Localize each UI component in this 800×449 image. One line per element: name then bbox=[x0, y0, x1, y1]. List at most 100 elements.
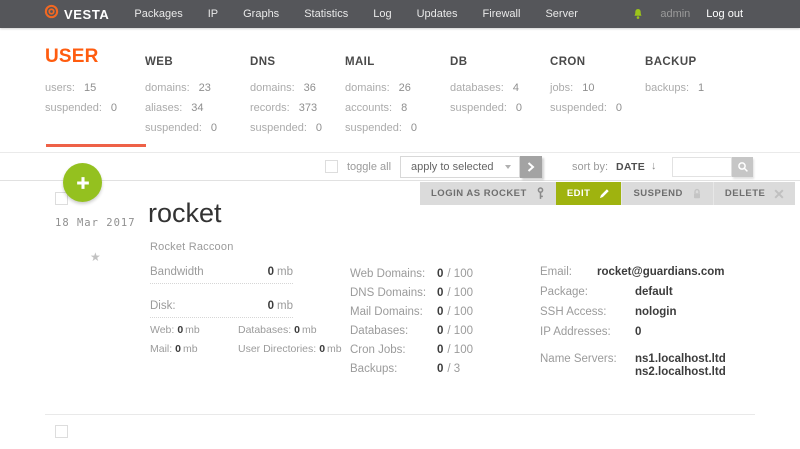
stats-section-title[interactable]: WEB bbox=[145, 40, 217, 68]
search-input[interactable] bbox=[672, 157, 732, 177]
stat-value: 15 bbox=[83, 82, 97, 94]
stat-row: suspended: 0 bbox=[45, 98, 117, 118]
stat-row: jobs: 10 bbox=[550, 78, 622, 98]
stats-section-title[interactable]: MAIL bbox=[345, 40, 417, 68]
suspend-button[interactable]: SUSPEND bbox=[621, 182, 713, 205]
stats-section-title[interactable]: DNS bbox=[250, 40, 322, 68]
stats-section-cron[interactable]: CRON jobs: 10 suspended: 0 bbox=[550, 40, 622, 118]
detail-value: default bbox=[635, 286, 673, 299]
stat-value: 0 bbox=[110, 102, 118, 114]
stats-section-title[interactable]: BACKUP bbox=[645, 40, 704, 68]
sort-direction-arrow[interactable]: ↓ bbox=[651, 160, 657, 172]
row-full-name: Rocket Raccoon bbox=[150, 241, 234, 253]
main-menu: Packages IP Graphs Statistics Log Updates Fire… bbox=[134, 8, 577, 20]
breakdown-label: Mail: bbox=[150, 343, 173, 355]
disk-breakdown-item: Web: 0 mb bbox=[150, 324, 238, 336]
stat-value: 0 bbox=[315, 122, 323, 134]
nav-ip[interactable]: IP bbox=[208, 8, 218, 20]
detail-value-line: ns2.localhost.ltd bbox=[635, 366, 726, 378]
stats-section-title[interactable]: USER bbox=[45, 40, 117, 68]
login-as-user-button[interactable]: LOGIN AS ROCKET bbox=[420, 182, 556, 205]
stats-section-rows: domains: 23 aliases: 34 suspended: 0 bbox=[145, 78, 217, 138]
stat-label: accounts: bbox=[345, 102, 393, 114]
breakdown-value: 0 bbox=[294, 324, 300, 336]
vesta-logo[interactable]: VESTA bbox=[44, 4, 109, 24]
stat-value: 10 bbox=[582, 82, 595, 94]
pencil-icon bbox=[600, 189, 610, 199]
quota-row: Backups: 0/ 3 bbox=[350, 363, 473, 376]
bulk-action-select[interactable]: apply to selected bbox=[400, 156, 520, 178]
delete-label: DELETE bbox=[724, 188, 766, 199]
quota-label: Backups: bbox=[350, 363, 398, 375]
apply-bulk-action-button[interactable] bbox=[520, 156, 542, 178]
nav-firewall[interactable]: Firewall bbox=[483, 8, 521, 20]
favorite-star-icon[interactable]: ★ bbox=[90, 250, 101, 264]
detail-label: Package: bbox=[540, 286, 588, 298]
stats-bar: USER users: 15 suspended: 0 WEB domains: 23 alia… bbox=[0, 28, 800, 152]
row-username[interactable]: rocket bbox=[148, 198, 222, 229]
stat-row: aliases: 34 bbox=[145, 98, 217, 118]
chevron-down-icon bbox=[505, 165, 511, 169]
bulk-action-selected-value: apply to selected bbox=[411, 161, 494, 173]
edit-label: EDIT bbox=[566, 188, 591, 199]
quota-row: Web Domains: 0/ 100 bbox=[350, 268, 473, 281]
detail-row: Email: rocket@guardians.com bbox=[540, 266, 726, 279]
stat-row: domains: 36 bbox=[250, 78, 322, 98]
detail-value: rocket@guardians.com bbox=[597, 266, 725, 279]
bandwidth-row: Bandwidth 0 mb bbox=[150, 266, 293, 284]
stats-section-dns[interactable]: DNS domains: 36 records: 373 suspended: 0 bbox=[250, 40, 322, 138]
quota-label: Mail Domains: bbox=[350, 306, 423, 318]
breakdown-label: Databases: bbox=[238, 324, 292, 336]
stat-label: suspended: bbox=[145, 122, 202, 134]
disk-row: Disk: 0 mb bbox=[150, 300, 293, 318]
disk-value: 0 mb bbox=[267, 300, 293, 312]
nav-server[interactable]: Server bbox=[545, 8, 577, 20]
nav-packages[interactable]: Packages bbox=[134, 8, 182, 20]
quota-row: Databases: 0/ 100 bbox=[350, 325, 473, 338]
stats-section-backup[interactable]: BACKUP backups: 1 bbox=[645, 40, 704, 98]
delete-button[interactable]: DELETE bbox=[712, 182, 796, 205]
notifications-bell-icon[interactable] bbox=[632, 8, 644, 21]
disk-label: Disk: bbox=[150, 300, 176, 312]
breakdown-value: 0 bbox=[319, 343, 326, 355]
vesta-logo-icon bbox=[44, 4, 59, 24]
stats-section-title[interactable]: CRON bbox=[550, 40, 622, 68]
stat-value: 373 bbox=[298, 102, 318, 114]
active-tab-underline bbox=[46, 144, 146, 147]
stat-value: 0 bbox=[210, 122, 218, 134]
stat-label: domains: bbox=[250, 82, 295, 94]
stats-section-mail[interactable]: MAIL domains: 26 accounts: 8 suspended: 0 bbox=[345, 40, 417, 138]
toggle-all-label[interactable]: toggle all bbox=[347, 161, 391, 173]
stat-label: records: bbox=[250, 102, 290, 114]
nav-updates[interactable]: Updates bbox=[417, 8, 458, 20]
current-user-link[interactable]: admin bbox=[660, 8, 690, 20]
breakdown-value: 0 bbox=[177, 324, 184, 336]
stats-section-web[interactable]: WEB domains: 23 aliases: 34 suspended: 0 bbox=[145, 40, 217, 138]
topbar-right-group: admin Log out bbox=[632, 8, 743, 21]
edit-button[interactable]: EDIT bbox=[555, 182, 622, 205]
stats-section-db[interactable]: DB databases: 4 suspended: 0 bbox=[450, 40, 522, 118]
logout-link[interactable]: Log out bbox=[706, 8, 743, 20]
stats-section-user[interactable]: USER users: 15 suspended: 0 bbox=[45, 40, 117, 118]
sort-field-value[interactable]: DATE bbox=[616, 161, 645, 173]
toggle-all-checkbox[interactable] bbox=[325, 160, 338, 173]
add-user-button[interactable] bbox=[63, 163, 102, 202]
nav-log[interactable]: Log bbox=[373, 8, 391, 20]
stat-value: 36 bbox=[303, 82, 316, 94]
stat-row: suspended: 0 bbox=[550, 98, 622, 118]
nav-graphs[interactable]: Graphs bbox=[243, 8, 279, 20]
nav-statistics[interactable]: Statistics bbox=[304, 8, 348, 20]
bandwidth-value: 0 mb bbox=[267, 266, 293, 278]
disk-breakdown-item: User Directories: 0 mb bbox=[238, 343, 342, 355]
disk-breakdown-item: Databases: 0 mb bbox=[238, 324, 342, 336]
detail-label: Email: bbox=[540, 266, 572, 278]
search-button[interactable] bbox=[732, 157, 753, 177]
quota-limit: / 100 bbox=[447, 268, 473, 280]
quota-used: 0 bbox=[437, 306, 444, 318]
quota-row: DNS Domains: 0/ 100 bbox=[350, 287, 473, 300]
quota-used: 0 bbox=[437, 363, 444, 375]
stat-row: accounts: 8 bbox=[345, 98, 417, 118]
stats-section-title[interactable]: DB bbox=[450, 40, 522, 68]
next-row-select-checkbox[interactable] bbox=[55, 425, 68, 438]
stat-value: 26 bbox=[398, 82, 411, 94]
